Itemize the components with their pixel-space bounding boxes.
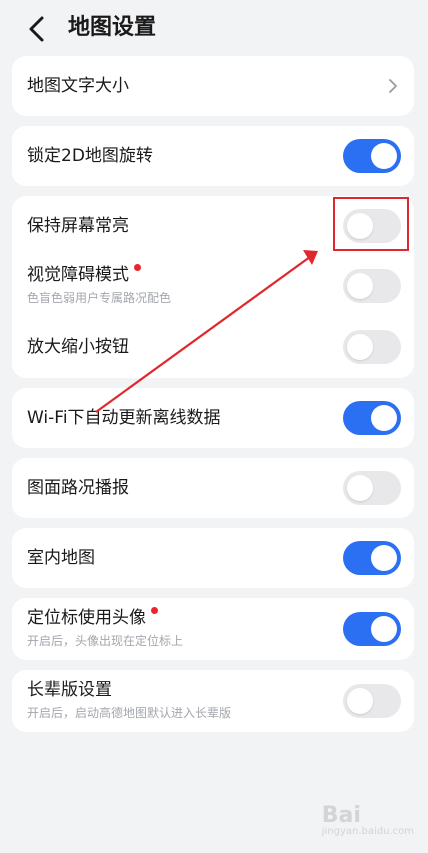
setting-row-visual-mode: 视觉障碍模式 色盲色弱用户专属路况配色	[12, 256, 414, 316]
annotation-highlight-box	[333, 197, 409, 251]
setting-label: 长辈版设置	[27, 680, 112, 700]
setting-row-elder-mode: 长辈版设置 开启后，启动高德地图默认进入长辈版	[12, 670, 414, 732]
setting-label: 图面路况播报	[27, 478, 129, 498]
toggle-knob	[371, 405, 397, 431]
card-indoor-map: 室内地图	[12, 528, 414, 588]
setting-row-avatar-marker: 定位标使用头像 开启后，头像出现在定位标上	[12, 598, 414, 660]
toggle-knob	[371, 616, 397, 642]
setting-row-indoor-map: 室内地图	[12, 528, 414, 588]
chevron-left-icon[interactable]	[22, 14, 52, 44]
setting-label: 地图文字大小	[27, 76, 129, 96]
toggle-knob	[347, 334, 373, 360]
header: 地图设置	[0, 0, 428, 56]
setting-label: 室内地图	[27, 548, 95, 568]
elder-mode-toggle[interactable]	[343, 684, 401, 718]
setting-sublabel: 色盲色弱用户专属路况配色	[27, 291, 172, 305]
toggle-knob	[347, 688, 373, 714]
watermark-text: Bai	[321, 803, 361, 828]
setting-label: Wi-Fi下自动更新离线数据	[27, 408, 221, 428]
setting-sublabel: 开启后，启动高德地图默认进入长辈版	[27, 706, 232, 720]
setting-label: 锁定2D地图旋转	[27, 146, 153, 166]
card-avatar-marker: 定位标使用头像 开启后，头像出现在定位标上	[12, 598, 414, 660]
setting-label-text: 定位标使用头像	[27, 608, 146, 628]
wifi-update-toggle[interactable]	[343, 401, 401, 435]
zoom-buttons-toggle[interactable]	[343, 330, 401, 364]
visual-mode-toggle[interactable]	[343, 269, 401, 303]
indoor-map-toggle[interactable]	[343, 541, 401, 575]
red-dot-badge	[151, 607, 158, 615]
page-title: 地图设置	[68, 15, 157, 40]
baidu-watermark: Bai jingyan.baidu.com	[322, 803, 414, 837]
setting-label: 保持屏幕常亮	[27, 216, 129, 236]
card-elder-mode: 长辈版设置 开启后，启动高德地图默认进入长辈版	[12, 670, 414, 732]
setting-row-wifi-update: Wi-Fi下自动更新离线数据	[12, 388, 414, 448]
card-traffic-broadcast: 图面路况播报	[12, 458, 414, 518]
toggle-knob	[371, 545, 397, 571]
avatar-marker-toggle[interactable]	[343, 612, 401, 646]
card-lock-2d: 锁定2D地图旋转	[12, 126, 414, 186]
setting-label: 视觉障碍模式	[27, 264, 141, 286]
red-dot-badge	[134, 264, 141, 272]
chevron-right-icon	[389, 79, 397, 93]
toggle-knob	[347, 475, 373, 501]
toggle-knob	[347, 273, 373, 299]
toggle-knob	[371, 143, 397, 169]
watermark-subtext: jingyan.baidu.com	[321, 826, 414, 837]
traffic-broadcast-toggle[interactable]	[343, 471, 401, 505]
setting-label-text: 视觉障碍模式	[27, 265, 129, 285]
lock-2d-toggle[interactable]	[343, 139, 401, 173]
setting-sublabel: 开启后，头像出现在定位标上	[27, 634, 184, 648]
setting-row-zoom-buttons: 放大缩小按钮	[12, 316, 414, 376]
setting-label: 定位标使用头像	[27, 607, 158, 629]
setting-label: 放大缩小按钮	[27, 337, 129, 357]
card-wifi-update: Wi-Fi下自动更新离线数据	[12, 388, 414, 448]
setting-row-traffic-broadcast: 图面路况播报	[12, 458, 414, 518]
setting-row-lock-2d: 锁定2D地图旋转	[12, 126, 414, 186]
card-font-size: 地图文字大小	[12, 56, 414, 116]
setting-row-font-size[interactable]: 地图文字大小	[12, 56, 414, 116]
